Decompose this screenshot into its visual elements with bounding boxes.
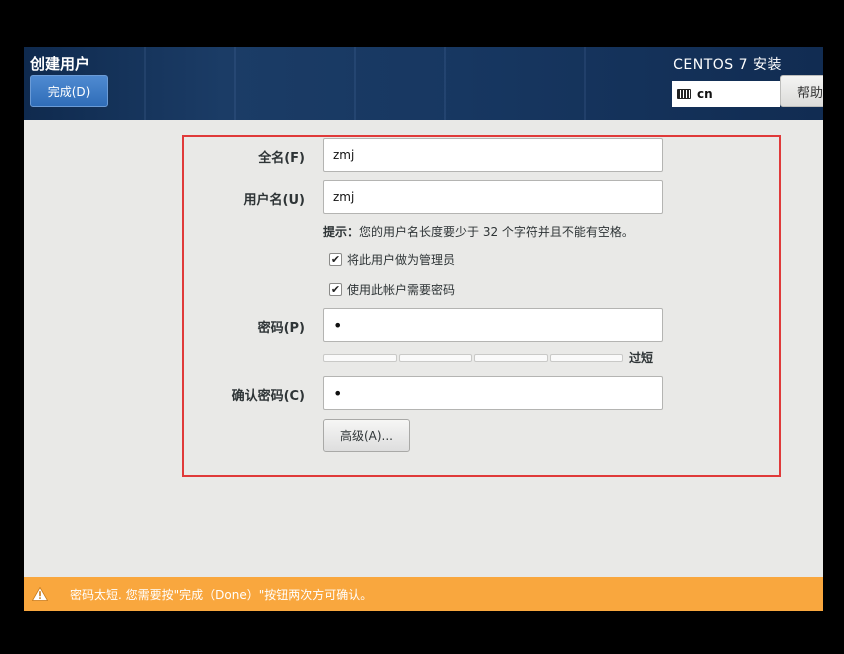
strength-segment [398, 354, 472, 362]
username-hint: 提示：您的用户名长度要少于 32 个字符并且不能有空格。 [323, 223, 634, 240]
strength-segment [549, 354, 623, 362]
confirm-password-input[interactable]: • [323, 376, 663, 410]
keyboard-layout-label: cn [697, 87, 713, 101]
fullname-input[interactable]: zmj [323, 138, 663, 172]
header-bar: 创建用户 完成(D) CENTOS 7 安装 cn 帮助 [24, 47, 823, 120]
admin-checkbox-row[interactable]: ✔ 将此用户做为管理员 [329, 251, 455, 268]
password-strength-label: 过短 [629, 351, 654, 365]
admin-checkbox[interactable]: ✔ [329, 253, 342, 266]
done-button[interactable]: 完成(D) [30, 75, 108, 107]
keyboard-icon [677, 89, 691, 99]
username-input[interactable]: zmj [323, 180, 663, 214]
hint-text: 您的用户名长度要少于 32 个字符并且不能有空格。 [359, 225, 634, 239]
installer-window: 创建用户 完成(D) CENTOS 7 安装 cn 帮助 全名(F) zmj 用… [24, 47, 823, 611]
password-input[interactable]: • [323, 308, 663, 342]
hint-prefix: 提示： [323, 225, 360, 239]
page-title: 创建用户 [30, 55, 91, 73]
require-password-checkbox-row[interactable]: ✔ 使用此帐户需要密码 [329, 281, 455, 298]
username-label: 用户名(U) [243, 193, 305, 208]
require-password-checkbox[interactable]: ✔ [329, 283, 342, 296]
advanced-button[interactable]: 高级(A)... [323, 419, 410, 452]
strength-segment [474, 354, 548, 362]
fullname-label: 全名(F) [258, 151, 305, 166]
warning-bar[interactable]: 密码太短. 您需要按"完成（Done）"按钮两次方可确认。 [24, 577, 823, 611]
product-title: CENTOS 7 安装 [673, 57, 782, 73]
confirm-password-label: 确认密码(C) [231, 389, 305, 404]
keyboard-layout-indicator[interactable]: cn [672, 81, 780, 107]
admin-checkbox-label: 将此用户做为管理员 [347, 253, 456, 267]
warning-message: 密码太短. 您需要按"完成（Done）"按钮两次方可确认。 [70, 587, 373, 602]
help-button[interactable]: 帮助 [780, 75, 823, 107]
password-strength-meter [323, 354, 623, 362]
warning-icon [32, 587, 48, 601]
strength-segment [323, 354, 397, 362]
password-label: 密码(P) [257, 321, 305, 336]
require-password-label: 使用此帐户需要密码 [347, 283, 456, 297]
